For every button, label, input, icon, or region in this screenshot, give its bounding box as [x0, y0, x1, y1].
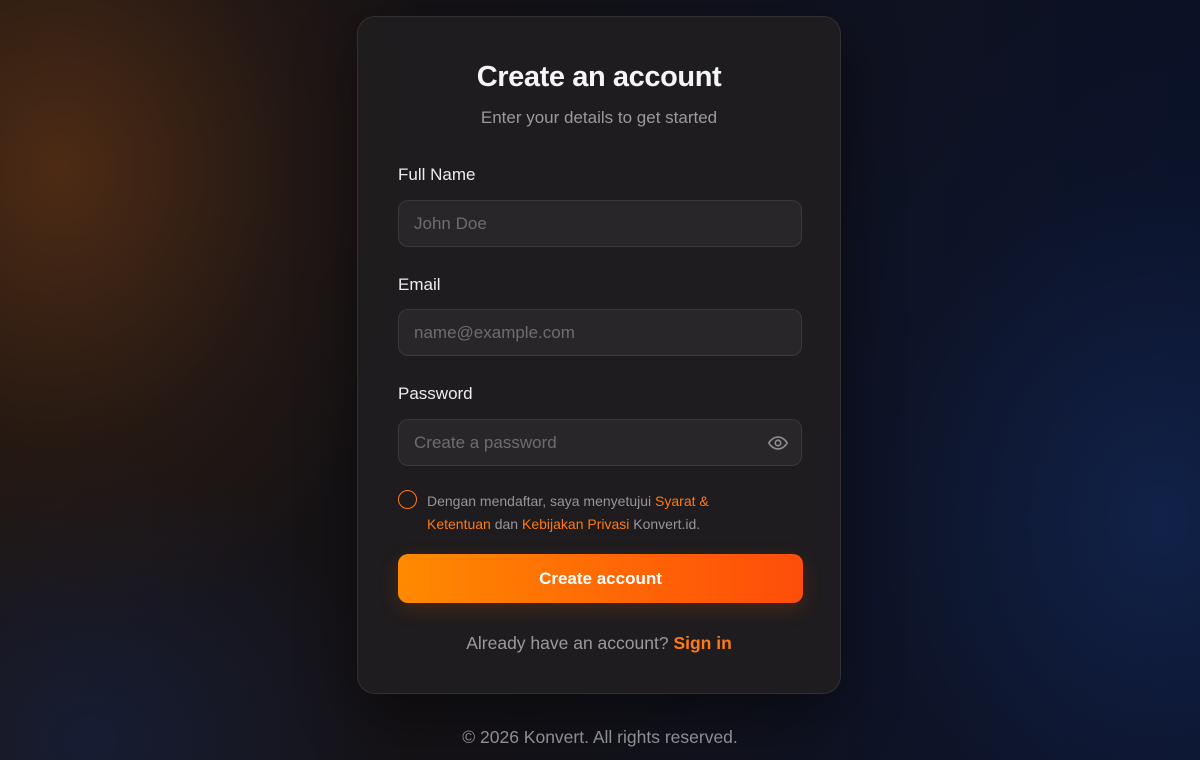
terms-suffix: Konvert.id.: [629, 516, 701, 532]
terms-middle: dan: [490, 516, 522, 532]
page-title: Create an account: [476, 61, 722, 93]
email-field-container: [398, 309, 802, 356]
full-name-label: Full Name: [398, 165, 476, 184]
password-field-container: [398, 419, 802, 466]
password-input[interactable]: [399, 420, 801, 465]
email-input[interactable]: [399, 310, 801, 355]
terms-link-privasi[interactable]: Kebijakan Privasi: [522, 516, 629, 532]
terms-text: Dengan mendaftar, saya menyetujui Syarat…: [427, 490, 757, 536]
terms-prefix: Dengan mendaftar, saya menyetujui: [427, 493, 656, 509]
create-account-button[interactable]: Create account: [398, 554, 803, 603]
footer-copyright: © 2026 Konvert. All rights reserved.: [462, 727, 738, 747]
password-label: Password: [398, 384, 473, 403]
sign-in-link[interactable]: Sign in: [673, 633, 731, 653]
signup-card: Create an account Enter your details to …: [357, 16, 841, 694]
full-name-input[interactable]: [399, 201, 801, 246]
full-name-field-container: [398, 200, 802, 247]
signin-prompt: Already have an account? Sign in: [358, 633, 840, 654]
page-subtitle: Enter your details to get started: [480, 108, 718, 127]
eye-icon[interactable]: [767, 432, 789, 454]
signin-prompt-text: Already have an account?: [466, 633, 674, 653]
terms-checkbox[interactable]: [398, 490, 417, 509]
email-label: Email: [398, 275, 441, 294]
